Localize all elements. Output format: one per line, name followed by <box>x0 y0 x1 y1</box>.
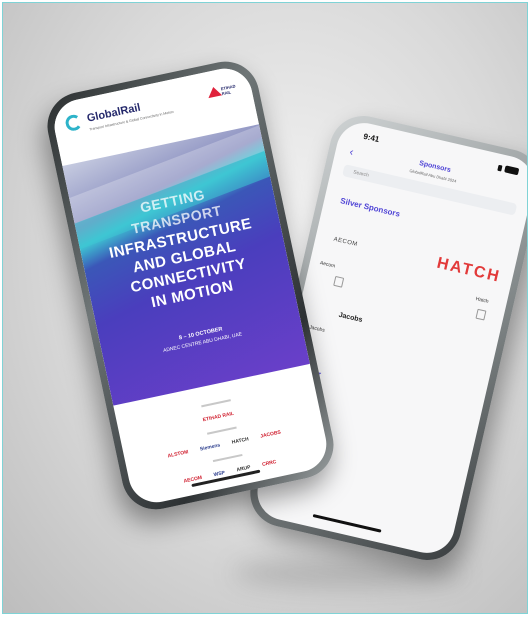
photo-frame: 9:41 ‹ Sponsors GlobalRail Abu Dhabi 202… <box>2 2 528 614</box>
document-icon[interactable] <box>475 308 487 321</box>
left-phone: GlobalRail Transport Infrastructure & Gl… <box>41 55 340 516</box>
sponsor-logo[interactable]: CRRC <box>262 459 277 468</box>
floor-shadow <box>233 558 463 588</box>
status-time: 9:41 <box>362 131 381 145</box>
sponsor-logo[interactable]: ETIHAD RAIL <box>202 411 234 423</box>
sponsor-label-hatch: Hatch <box>475 296 490 305</box>
sponsor-logo[interactable]: HATCH <box>231 436 249 445</box>
event-date: 8 – 10 OCTOBER <box>178 326 224 342</box>
sponsor-label-aecom: Aecom <box>319 260 336 270</box>
left-phone-screen: GlobalRail Transport Infrastructure & Gl… <box>49 63 332 508</box>
hatch-logo[interactable]: HATCH <box>435 255 502 287</box>
signal-icon <box>497 164 503 172</box>
sponsor-logo[interactable]: JACOBS <box>260 429 282 439</box>
globalrail-logo-icon <box>64 113 84 133</box>
divider-line <box>212 454 243 463</box>
sponsor-logo[interactable]: Siemens <box>199 442 220 452</box>
divider-line <box>206 426 237 435</box>
event-venue: ADNEC CENTRE ABU DHABI, UAE <box>162 331 243 355</box>
battery-icon <box>504 165 520 176</box>
partner-name: ETIHAD RAIL <box>220 83 236 97</box>
sponsor-logo[interactable]: ALSTOM <box>167 449 189 459</box>
sponsor-logo-row: AECOM HATCH <box>332 231 502 287</box>
status-icons <box>497 163 520 176</box>
document-icon[interactable] <box>333 275 345 288</box>
divider-line <box>200 399 231 408</box>
aecom-logo[interactable]: AECOM <box>333 237 358 248</box>
